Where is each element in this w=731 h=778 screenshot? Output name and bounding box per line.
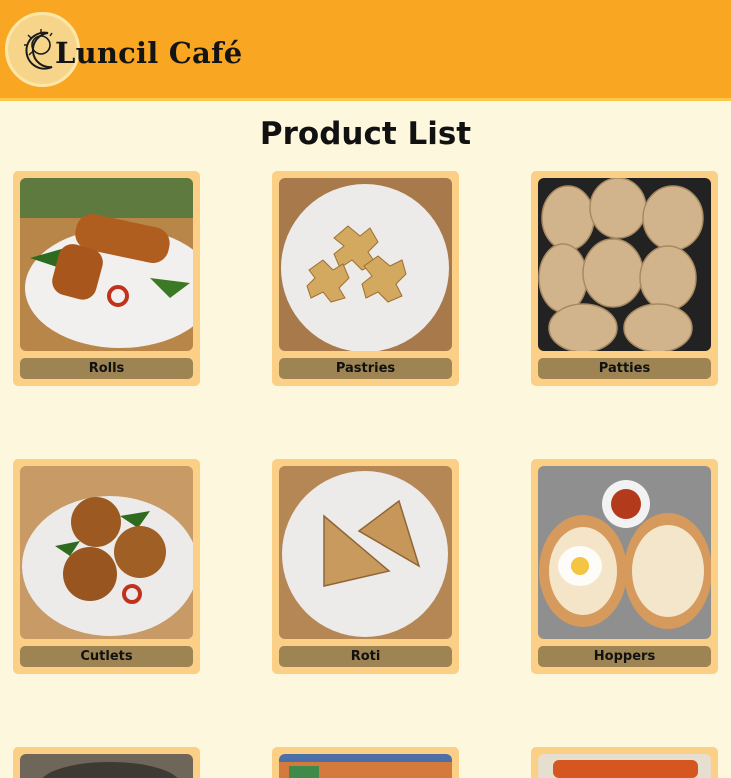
product-card-partial-3[interactable] (531, 747, 718, 778)
product-label[interactable]: Hoppers (538, 646, 711, 667)
product-image-pastries[interactable] (279, 178, 452, 351)
product-image-roti[interactable] (279, 466, 452, 639)
product-image-cutlets[interactable] (20, 466, 193, 639)
product-label[interactable]: Cutlets (20, 646, 193, 667)
product-image-partial-1[interactable] (20, 754, 193, 778)
product-card-rolls[interactable]: Rolls (13, 171, 200, 386)
product-card-partial-2[interactable] (272, 747, 459, 778)
brand-name[interactable]: Luncil Café (55, 36, 242, 70)
product-label[interactable]: Rolls (20, 358, 193, 379)
site-header: Luncil Café (0, 0, 731, 101)
product-card-patties[interactable]: Patties (531, 171, 718, 386)
page-title: Product List (259, 116, 472, 152)
product-label[interactable]: Pastries (279, 358, 452, 379)
product-card-partial-1[interactable] (13, 747, 200, 778)
product-image-hoppers[interactable] (538, 466, 711, 639)
product-card-roti[interactable]: Roti (272, 459, 459, 674)
product-image-partial-2[interactable] (279, 754, 452, 778)
product-card-cutlets[interactable]: Cutlets (13, 459, 200, 674)
product-label[interactable]: Roti (279, 646, 452, 667)
product-image-patties[interactable] (538, 178, 711, 351)
product-image-rolls[interactable] (20, 178, 193, 351)
product-card-hoppers[interactable]: Hoppers (531, 459, 718, 674)
product-image-partial-3[interactable] (538, 754, 711, 778)
product-label[interactable]: Patties (538, 358, 711, 379)
product-card-pastries[interactable]: Pastries (272, 171, 459, 386)
